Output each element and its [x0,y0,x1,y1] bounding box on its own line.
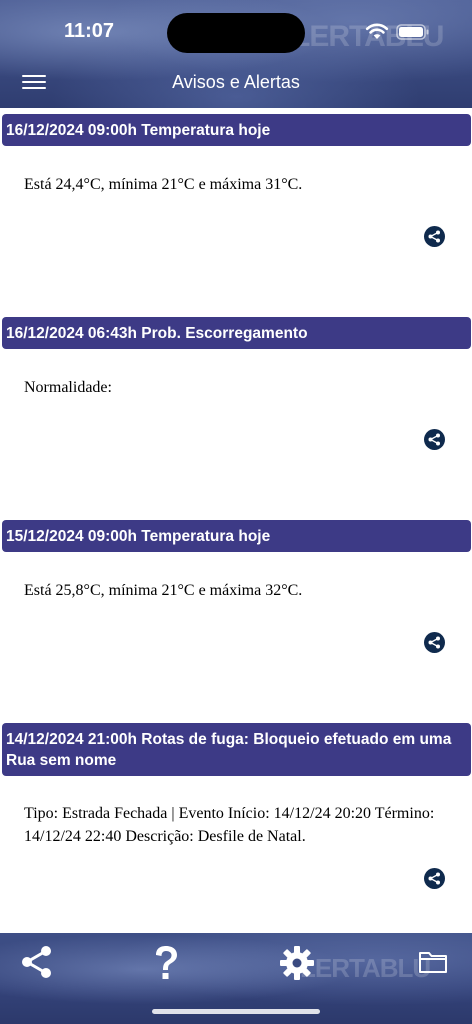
help-button[interactable] [152,945,180,986]
settings-button[interactable] [279,945,315,986]
alert-message: Tipo: Estrada Fechada | Evento Início: 1… [24,805,435,845]
share-icon [428,872,440,885]
alerts-list[interactable]: 16/12/2024 09:00h Temperatura hoje Está … [0,108,472,933]
wifi-icon [365,23,389,39]
status-bar-time: 11:07 [64,20,115,42]
alert-title: 16/12/2024 09:00h Temperatura hoje [2,114,471,146]
share-icon [22,946,51,978]
alert-share-button[interactable] [424,632,445,653]
folder-button[interactable] [418,949,448,980]
share-icon [428,433,440,446]
app-header: LERTABLU 11:07 Avisos e Alertas [0,0,472,108]
toolbar-watermark-logo: LERTABLU [300,953,431,983]
alert-message: Está 24,4°C, mínima 21°C e máxima 31°C. [24,176,303,193]
home-indicator[interactable] [152,1009,320,1014]
dynamic-island [167,13,305,53]
battery-icon [396,24,429,40]
settings-icon [280,946,314,980]
alert-card: 16/12/2024 06:43h Prob. Escorregamento N… [0,317,472,450]
alert-card: 15/12/2024 09:00h Temperatura hoje Está … [0,520,472,653]
alert-share-button[interactable] [424,226,445,247]
alert-card: 16/12/2024 09:00h Temperatura hoje Está … [0,114,472,247]
alert-title: 16/12/2024 06:43h Prob. Escorregamento [2,317,471,349]
alert-card: 14/12/2024 21:00h Rotas de fuga: Bloquei… [0,723,472,889]
share-icon [428,636,440,649]
alert-title: 14/12/2024 21:00h Rotas de fuga: Bloquei… [2,723,471,776]
alert-share-button[interactable] [424,868,445,889]
page-title: Avisos e Alertas [172,72,300,92]
alert-message: Está 25,8°C, mínima 21°C e máxima 32°C. [24,582,303,599]
alert-share-button[interactable] [424,429,445,450]
alert-message: Normalidade: [24,379,112,396]
help-icon [156,946,177,979]
folder-icon [419,952,447,973]
alert-title: 15/12/2024 09:00h Temperatura hoje [2,520,471,552]
share-app-button[interactable] [20,945,54,984]
share-icon [428,230,440,243]
